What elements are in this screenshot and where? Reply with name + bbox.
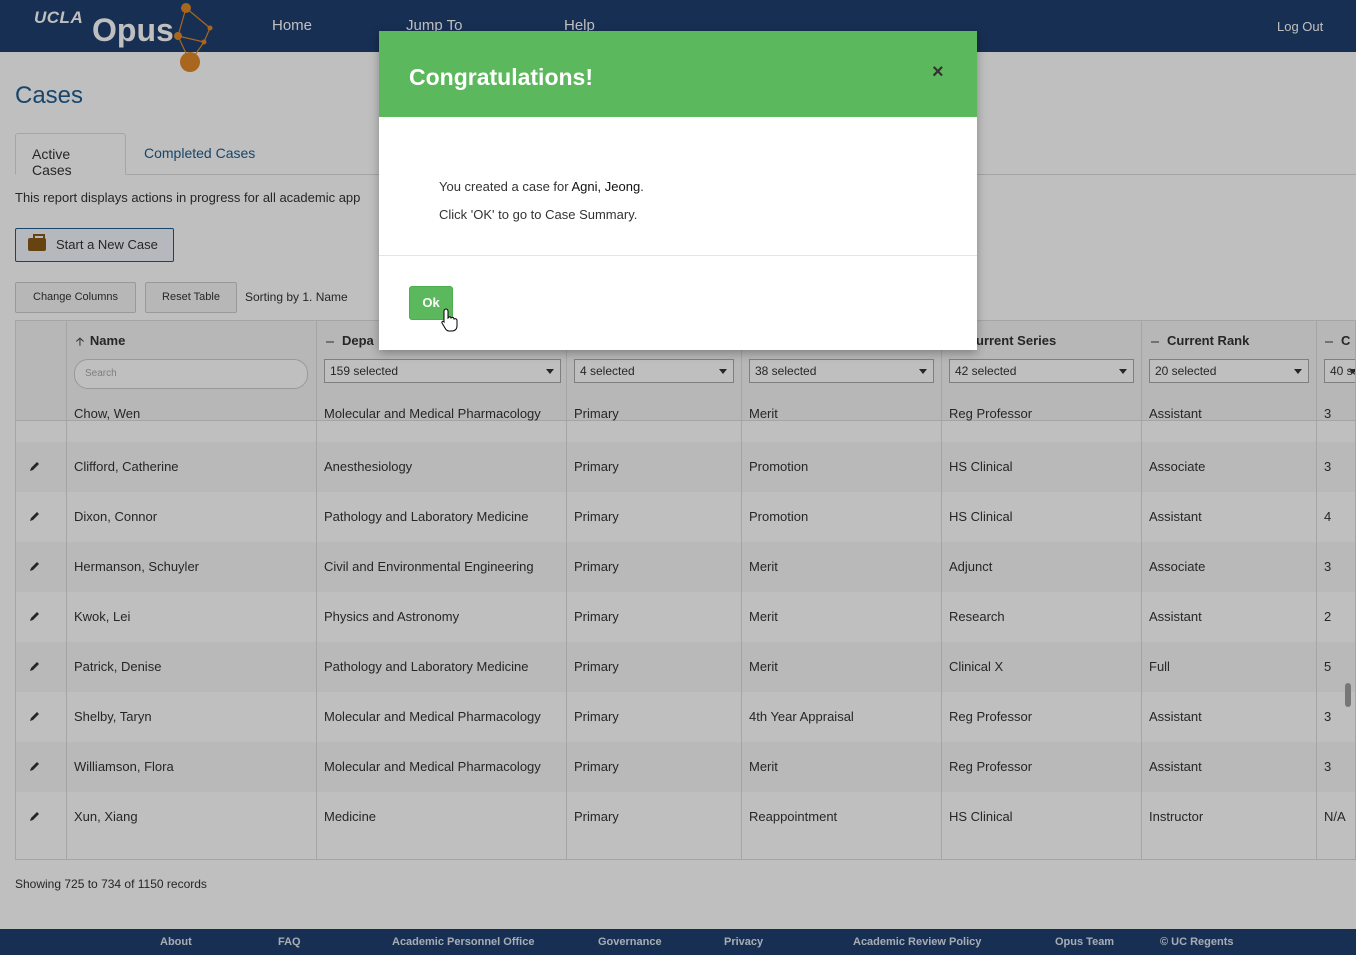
dialog-body: You created a case for Agni, Jeong. Clic… — [379, 117, 977, 256]
dialog-message-case: You created a case for Agni, Jeong. — [439, 179, 644, 194]
hand-pointer-cursor-icon — [441, 308, 458, 332]
message-person-name: Agni, Jeong — [571, 179, 641, 194]
close-icon[interactable]: × — [932, 61, 944, 84]
dialog-message-instruction: Click 'OK' to go to Case Summary. — [439, 207, 638, 222]
dialog-header: Congratulations! × — [379, 31, 977, 117]
vertical-scrollbar[interactable] — [1345, 683, 1351, 707]
dialog-title: Congratulations! — [409, 64, 593, 90]
message-prefix: You created a case for — [439, 179, 572, 194]
message-suffix: . — [640, 179, 644, 194]
congratulations-dialog: Congratulations! × You created a case fo… — [379, 31, 977, 350]
